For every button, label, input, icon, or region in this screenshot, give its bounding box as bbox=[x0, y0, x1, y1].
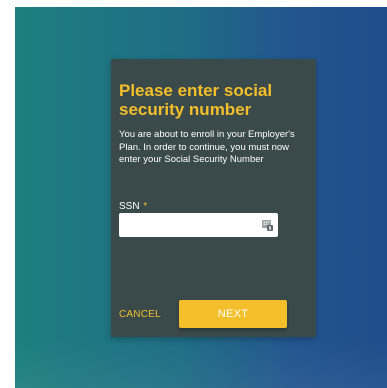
ssn-field-label: SSN * bbox=[119, 201, 147, 213]
dialog-title: Please enter social security number bbox=[119, 81, 273, 119]
ssn-input-wrapper bbox=[119, 213, 278, 237]
ssn-dialog: Please enter social security number You … bbox=[111, 59, 316, 337]
ssn-label-text: SSN bbox=[119, 201, 140, 212]
cancel-button[interactable]: CANCEL bbox=[119, 309, 161, 321]
password-key-icon[interactable] bbox=[262, 220, 273, 231]
dialog-description: You are about to enroll in your Employer… bbox=[119, 129, 295, 165]
required-asterisk: * bbox=[143, 201, 148, 212]
ssn-input[interactable] bbox=[119, 213, 259, 237]
next-button[interactable]: NEXT bbox=[179, 300, 287, 328]
